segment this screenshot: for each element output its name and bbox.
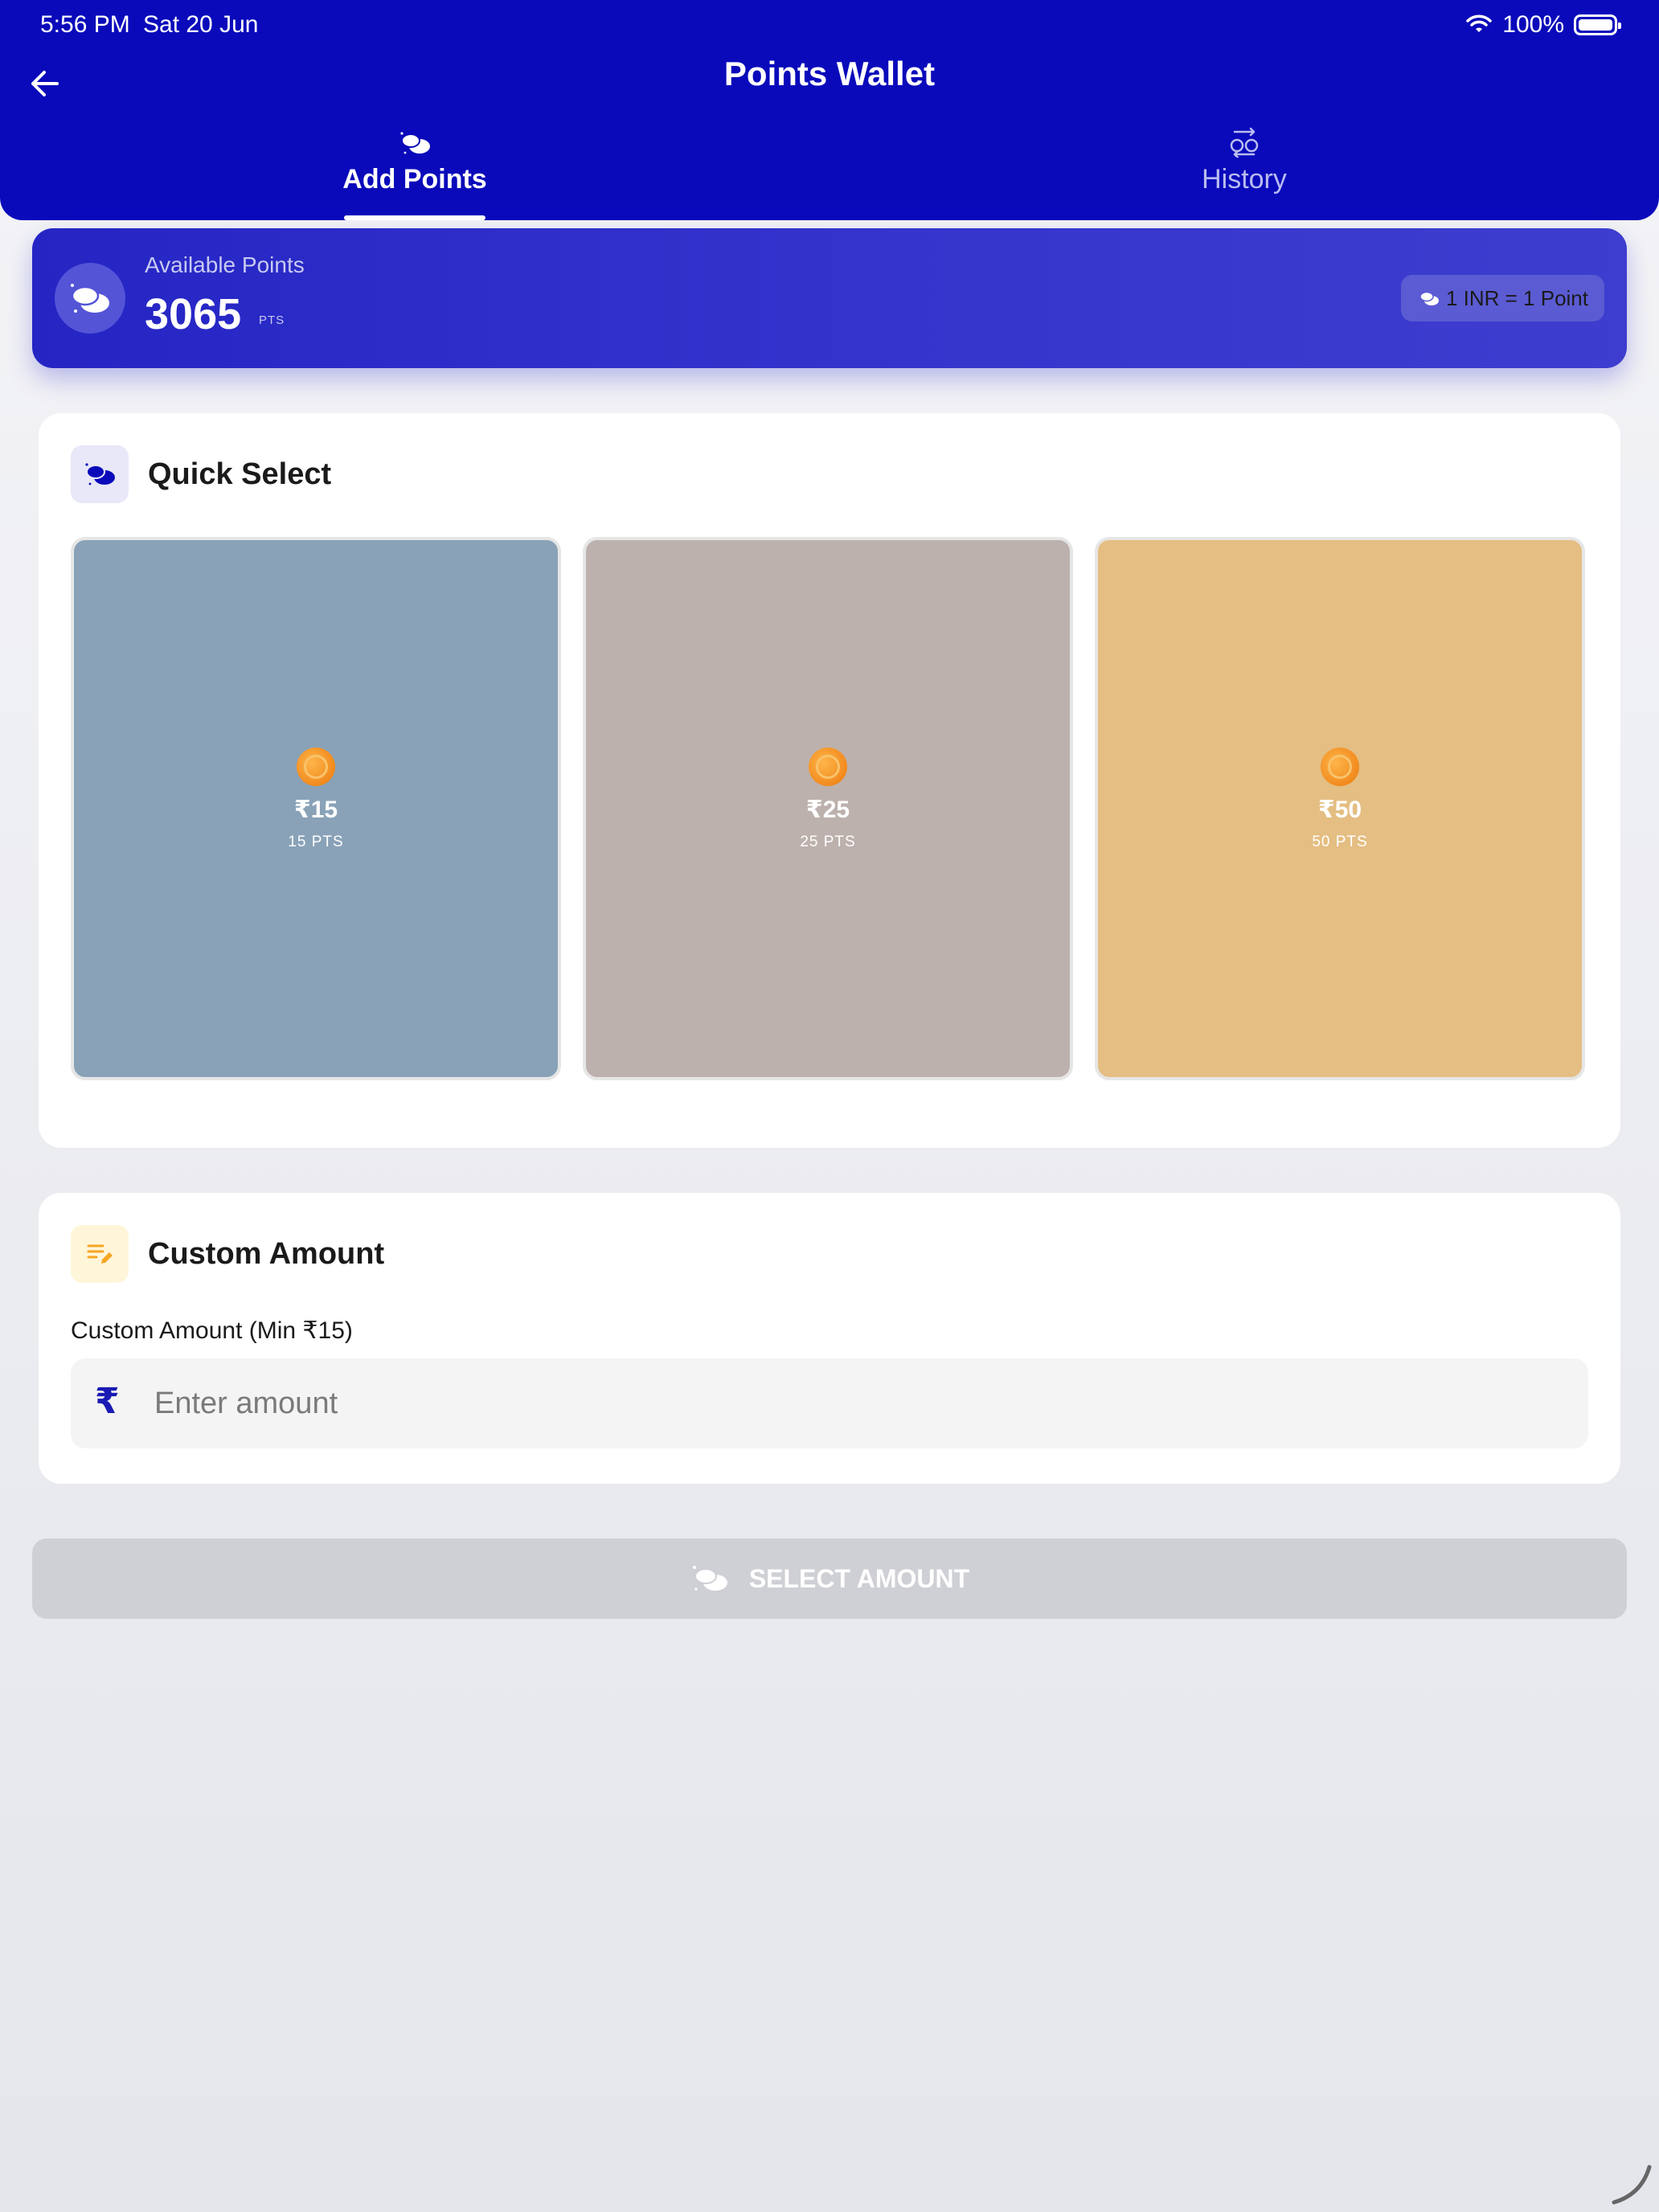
rupee-icon: ₹ — [95, 1382, 120, 1421]
tab-label: Add Points — [342, 164, 487, 195]
page-title: Points Wallet — [723, 55, 936, 92]
exchange-icon — [1230, 127, 1259, 158]
quick-select-icon-box — [71, 445, 129, 503]
custom-amount-field[interactable]: ₹ — [71, 1358, 1588, 1448]
quick-select-title: Quick Select — [148, 457, 332, 491]
coin-icon — [297, 747, 335, 786]
amount-option-value: ₹50 — [1317, 796, 1362, 823]
coins-icon — [71, 284, 109, 313]
conversion-rate-badge: 1 INR = 1 Point — [1400, 275, 1604, 322]
coins-icon — [692, 1566, 727, 1591]
quick-select-header: Quick Select — [71, 445, 331, 503]
coins-icon — [85, 463, 115, 485]
coins-icon — [1419, 291, 1439, 305]
resize-handle-icon — [1612, 2165, 1652, 2205]
balance-card: Available Points 3065 PTS 1 INR = 1 Poin… — [32, 228, 1627, 368]
balance-avatar — [55, 263, 125, 334]
custom-amount-card: Custom Amount Custom Amount (Min ₹15) ₹ — [39, 1193, 1620, 1484]
amount-option-15[interactable]: ₹15 15 PTS — [71, 537, 561, 1080]
amount-option-points: 50 PTS — [1312, 833, 1368, 850]
select-amount-label: SELECT AMOUNT — [748, 1563, 970, 1593]
tab-history[interactable]: History — [1083, 121, 1405, 195]
status-indicators: 100% — [1465, 11, 1621, 39]
custom-amount-icon-box — [71, 1225, 129, 1283]
coin-icon — [809, 747, 847, 786]
custom-amount-input[interactable] — [154, 1358, 1569, 1448]
select-amount-button[interactable]: SELECT AMOUNT — [32, 1538, 1627, 1619]
active-tab-indicator — [344, 215, 485, 220]
coins-icon — [400, 132, 430, 154]
status-time: 5:56 PM — [40, 11, 130, 38]
amount-option-value: ₹15 — [293, 796, 338, 823]
custom-amount-header: Custom Amount — [71, 1225, 384, 1283]
quick-select-card: Quick Select ₹15 15 PTS ₹25 25 PTS ₹50 5… — [39, 413, 1620, 1148]
coin-icon — [1321, 747, 1359, 786]
custom-amount-title: Custom Amount — [148, 1236, 385, 1271]
tab-add-points[interactable]: Add Points — [254, 121, 576, 195]
battery-icon — [1574, 14, 1621, 35]
wifi-icon — [1466, 14, 1493, 32]
custom-amount-label: Custom Amount (Min ₹15) — [71, 1317, 353, 1344]
balance-value: 3065 — [145, 290, 242, 338]
status-date: Sat 20 Jun — [143, 11, 259, 38]
balance-unit: PTS — [259, 313, 285, 327]
amount-option-50[interactable]: ₹50 50 PTS — [1095, 537, 1585, 1080]
amount-option-points: 25 PTS — [800, 833, 856, 850]
conversion-rate-text: 1 INR = 1 Point — [1445, 285, 1588, 310]
battery-percent: 100% — [1502, 11, 1564, 38]
amount-option-value: ₹25 — [805, 796, 850, 823]
edit-list-icon — [87, 1244, 113, 1264]
amount-option-25[interactable]: ₹25 25 PTS — [583, 537, 1073, 1080]
balance-label: Available Points — [145, 252, 305, 277]
tab-label: History — [1202, 164, 1287, 195]
amount-option-points: 15 PTS — [288, 833, 344, 850]
app-header: 5:56 PM Sat 20 Jun 100% Points Wallet Ad… — [0, 0, 1659, 220]
